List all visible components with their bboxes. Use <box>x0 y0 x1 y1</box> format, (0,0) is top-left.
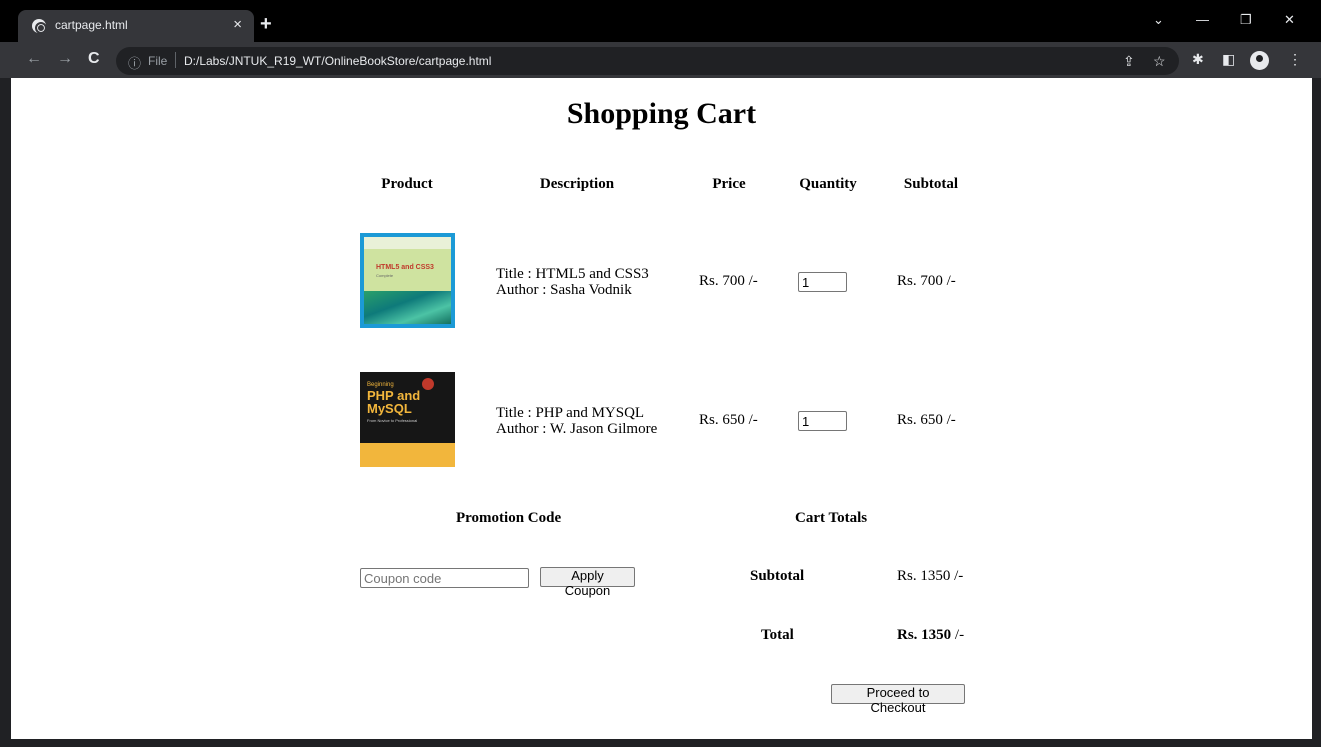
column-header-description: Description <box>539 176 615 192</box>
close-window-button[interactable]: ✕ <box>1284 12 1295 28</box>
total-value: Rs. 1350 /- <box>897 627 964 644</box>
product-price: Rs. 650 /- <box>699 412 758 428</box>
browser-chrome: cartpage.html × + ⌄ — ❐ ✕ ← → C ⓘ File D… <box>0 0 1321 78</box>
promotion-code-heading: Promotion Code <box>456 510 562 526</box>
globe-icon <box>32 19 47 34</box>
share-icon[interactable]: ⇪ <box>1123 53 1135 70</box>
tab-strip: cartpage.html × + ⌄ — ❐ ✕ <box>0 0 1321 42</box>
total-label: Total <box>761 627 794 643</box>
forward-arrow-icon[interactable]: → <box>57 50 73 68</box>
page-viewport: Shopping Cart Product Description Price … <box>11 78 1312 739</box>
cover-subtitle-text: Complete <box>376 273 394 278</box>
total-suffix: /- <box>951 627 965 643</box>
column-header-quantity: Quantity <box>799 176 857 192</box>
product-image-php-mysql: Beginning PHP and MySQL From Novice to P… <box>360 372 455 467</box>
extensions-puzzle-icon[interactable]: ✱ <box>1192 51 1204 68</box>
profile-avatar-icon[interactable] <box>1250 51 1269 70</box>
back-arrow-icon[interactable]: ← <box>26 50 42 68</box>
coupon-code-input[interactable] <box>360 568 529 588</box>
browser-toolbar: ← → C ⓘ File D:/Labs/JNTUK_R19_WT/Online… <box>0 42 1321 78</box>
product-title: Title : HTML5 and CSS3 <box>496 266 649 282</box>
cover-subtitle-text: From Novice to Professional <box>367 418 418 423</box>
product-author: Author : Sasha Vodnik <box>496 282 632 298</box>
product-author: Author : W. Jason Gilmore <box>496 421 658 437</box>
column-header-price: Price <box>712 176 746 192</box>
product-title: Title : PHP and MYSQL <box>496 405 645 421</box>
reload-icon[interactable]: C <box>88 50 100 68</box>
tab-cartpage[interactable]: cartpage.html × <box>18 10 254 42</box>
product-subtotal: Rs. 700 /- <box>897 273 956 289</box>
column-header-subtotal: Subtotal <box>903 176 959 192</box>
new-tab-button[interactable]: + <box>260 13 272 36</box>
apply-coupon-button[interactable]: Apply Coupon <box>540 567 635 598</box>
product-description: Title : HTML5 and CSS3 Author : Sasha Vo… <box>496 266 649 298</box>
cover-title-text: HTML5 and CSS3 <box>376 264 434 271</box>
restore-button[interactable]: ❐ <box>1240 12 1252 28</box>
product-image-html5-css3: HTML5 and CSS3 Complete <box>360 233 455 328</box>
product-subtotal: Rs. 650 /- <box>897 412 956 428</box>
cart-totals-heading: Cart Totals <box>795 510 868 526</box>
tab-title: cartpage.html <box>55 18 128 32</box>
page-title: Shopping Cart <box>566 97 757 130</box>
cover-text-3: MySQL <box>367 401 412 416</box>
url-text[interactable]: D:/Labs/JNTUK_R19_WT/OnlineBookStore/car… <box>184 54 491 68</box>
tab-search-icon[interactable]: ⌄ <box>1153 12 1164 28</box>
column-header-product: Product <box>381 176 433 192</box>
bookmark-star-icon[interactable]: ☆ <box>1153 53 1166 70</box>
scheme-label: File <box>148 54 168 68</box>
address-divider <box>175 52 176 68</box>
proceed-to-checkout-button[interactable]: Proceed to Checkout <box>831 684 965 715</box>
cover-badge-icon <box>422 378 434 390</box>
info-icon[interactable]: ⓘ <box>128 53 141 72</box>
product-price: Rs. 700 /- <box>699 273 758 289</box>
minimize-button[interactable]: — <box>1196 12 1209 27</box>
side-panel-icon[interactable]: ◧ <box>1222 51 1235 68</box>
subtotal-label: Subtotal <box>750 568 805 584</box>
close-tab-icon[interactable]: × <box>233 16 242 33</box>
total-amount: Rs. 1350 <box>897 627 952 643</box>
subtotal-value: Rs. 1350 /- <box>897 568 964 584</box>
address-bar[interactable]: ⓘ File D:/Labs/JNTUK_R19_WT/OnlineBookSt… <box>116 47 1179 75</box>
menu-kebab-icon[interactable]: ⋮ <box>1288 51 1302 68</box>
cart-page: Shopping Cart Product Description Price … <box>11 78 1312 739</box>
quantity-input[interactable] <box>798 272 847 292</box>
product-description: Title : PHP and MYSQL Author : W. Jason … <box>496 405 657 437</box>
quantity-input[interactable] <box>798 411 847 431</box>
